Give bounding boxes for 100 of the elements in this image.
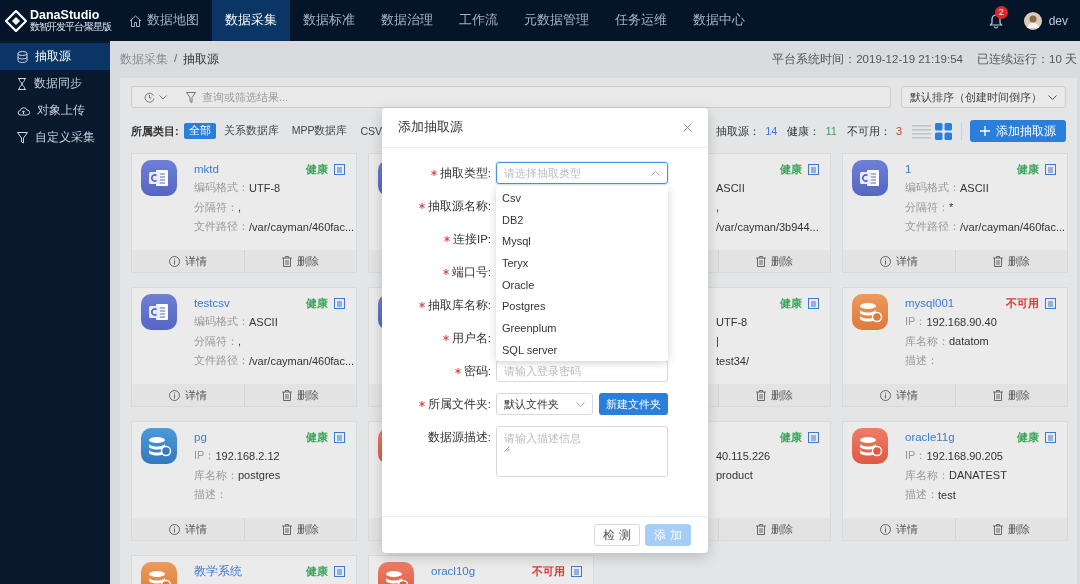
stat-label: 健康： bbox=[787, 123, 821, 139]
delete-button[interactable]: 删除 bbox=[281, 253, 319, 269]
field-label: 编码格式： bbox=[194, 180, 249, 196]
source-name[interactable]: mktd bbox=[194, 163, 300, 175]
field-value: ASCII bbox=[249, 315, 278, 328]
nav-tab[interactable]: 元数据管理 bbox=[511, 0, 602, 41]
form-label: 抽取源名称: bbox=[427, 198, 491, 214]
source-name[interactable]: 教学系统 bbox=[194, 563, 300, 579]
form-label: 抽取库名称: bbox=[427, 297, 491, 313]
field-label: 描述： bbox=[194, 487, 227, 503]
nav-tab[interactable]: 数据地图 bbox=[116, 0, 212, 41]
field-value: 192.168.90.205 bbox=[926, 449, 1003, 462]
system-info-text: 平台系统时间：2019-12-19 21:19:54 bbox=[772, 52, 963, 67]
field-value: UTF-8 bbox=[249, 181, 281, 194]
dropdown-option[interactable]: Csv bbox=[496, 187, 668, 209]
field-value: /var/cayman/460fac... bbox=[960, 220, 1066, 233]
field-value: UTF-8 bbox=[716, 315, 748, 328]
source-name[interactable]: 1 bbox=[905, 163, 1011, 175]
delete-button[interactable]: 删除 bbox=[281, 387, 319, 403]
field-value: , bbox=[716, 201, 720, 214]
field-value: 192.168.2.12 bbox=[215, 449, 280, 462]
status-label: 健康 bbox=[306, 161, 328, 177]
breadcrumb-item: 抽取源 bbox=[183, 52, 220, 67]
field-value: | bbox=[716, 335, 719, 348]
dropdown-option[interactable]: Postgres bbox=[496, 295, 668, 318]
field-label: IP： bbox=[905, 448, 927, 464]
nav-tab[interactable]: 任务运维 bbox=[602, 0, 680, 41]
status-label: 健康 bbox=[1017, 161, 1039, 177]
field-value: 192.168.90.40 bbox=[926, 315, 997, 328]
stat-value: 11 bbox=[825, 125, 837, 137]
form-label: 数据源描述: bbox=[427, 429, 491, 445]
dropdown-option[interactable]: Oracle bbox=[496, 273, 668, 296]
delete-button[interactable]: 删除 bbox=[992, 521, 1030, 537]
field-value: ASCII bbox=[960, 181, 989, 194]
category-tab[interactable]: MPP数据库 bbox=[286, 123, 353, 139]
dropdown-option[interactable]: DB2 bbox=[496, 208, 668, 231]
nav-tab[interactable]: 工作流 bbox=[446, 0, 511, 41]
folder-select[interactable]: 默认文件夹 bbox=[496, 393, 593, 415]
detail-button[interactable]: 详情 bbox=[168, 387, 207, 403]
source-name[interactable]: mysql001 bbox=[905, 297, 1000, 309]
source-name[interactable]: pg bbox=[194, 431, 300, 443]
dropdown-option[interactable]: Teryx bbox=[496, 252, 668, 274]
user-name[interactable]: dev bbox=[1048, 13, 1068, 28]
form-label: 所属文件夹: bbox=[427, 396, 491, 412]
delete-button[interactable]: 删除 bbox=[755, 253, 793, 269]
detail-button[interactable]: 详情 bbox=[879, 521, 918, 537]
detail-button[interactable]: 详情 bbox=[879, 253, 918, 269]
logo-tagline: 数智开发平台·聚星版 bbox=[30, 22, 111, 33]
field-label: 描述： bbox=[905, 487, 938, 503]
delete-button[interactable]: 删除 bbox=[281, 521, 319, 537]
category-label: 所属类目: bbox=[131, 123, 179, 139]
field-value: * bbox=[949, 201, 954, 214]
source-name[interactable]: oracl10g bbox=[431, 565, 526, 577]
nav-tab[interactable]: 数据中心 bbox=[680, 0, 758, 41]
delete-button[interactable]: 删除 bbox=[992, 253, 1030, 269]
sidebar-item[interactable]: 自定义采集 bbox=[0, 124, 110, 151]
dropdown-option[interactable]: SQL server bbox=[496, 338, 668, 361]
nav-tab[interactable]: 数据治理 bbox=[368, 0, 446, 41]
status-label: 健康 bbox=[780, 429, 802, 445]
new-folder-button[interactable]: 新建文件夹 bbox=[599, 393, 668, 415]
field-label: 编码格式： bbox=[905, 180, 960, 196]
delete-button[interactable]: 删除 bbox=[755, 521, 793, 537]
field-label: 文件路径： bbox=[194, 353, 249, 369]
detail-button[interactable]: 详情 bbox=[168, 521, 207, 537]
field-value: DANATEST bbox=[949, 469, 1007, 482]
field-value: test34/ bbox=[716, 354, 750, 367]
logo-text: DanaStudio bbox=[30, 8, 101, 22]
status-label: 不可用 bbox=[1006, 295, 1039, 311]
field-value: /var/cayman/3b944... bbox=[716, 220, 819, 233]
dropdown-option[interactable]: Mysql bbox=[496, 230, 668, 253]
status-label: 健康 bbox=[306, 429, 328, 445]
nav-tab[interactable]: 数据标准 bbox=[290, 0, 368, 41]
nav-tab[interactable]: 数据采集 bbox=[212, 0, 290, 41]
field-label: IP： bbox=[194, 448, 216, 464]
form-label: 连接IP: bbox=[452, 231, 491, 247]
sidebar-item[interactable]: 对象上传 bbox=[0, 97, 110, 124]
field-label: 文件路径： bbox=[194, 219, 249, 235]
sidebar-item[interactable]: 抽取源 bbox=[0, 43, 110, 70]
category-tab[interactable]: 全部 bbox=[183, 123, 216, 139]
source-name[interactable]: testcsv bbox=[194, 297, 300, 309]
field-value: postgres bbox=[238, 469, 281, 482]
sidebar-item[interactable]: 数据同步 bbox=[0, 70, 110, 97]
field-value: datatom bbox=[949, 335, 989, 348]
source-name[interactable]: oracle11g bbox=[905, 431, 1011, 443]
form-label: 端口号: bbox=[451, 264, 491, 280]
status-label: 不可用 bbox=[532, 563, 565, 579]
delete-button[interactable]: 删除 bbox=[992, 387, 1030, 403]
detail-button[interactable]: 详情 bbox=[879, 387, 918, 403]
sort-dropdown[interactable]: 默认排序（创建时间倒序） bbox=[901, 86, 1066, 108]
test-button[interactable]: 检 测 bbox=[594, 524, 640, 546]
add-source-button[interactable]: 添加抽取源 bbox=[970, 120, 1066, 142]
field-label: 描述： bbox=[905, 353, 938, 369]
delete-button[interactable]: 删除 bbox=[755, 387, 793, 403]
category-tab[interactable]: 关系数据库 bbox=[218, 123, 284, 139]
field-label: IP： bbox=[905, 314, 927, 330]
field-value: ASCII bbox=[716, 181, 745, 194]
breadcrumb-separator: / bbox=[174, 52, 178, 66]
detail-button[interactable]: 详情 bbox=[168, 253, 207, 269]
stat-label: 抽取源： bbox=[716, 123, 761, 139]
dropdown-option[interactable]: Greenplum bbox=[496, 317, 668, 339]
